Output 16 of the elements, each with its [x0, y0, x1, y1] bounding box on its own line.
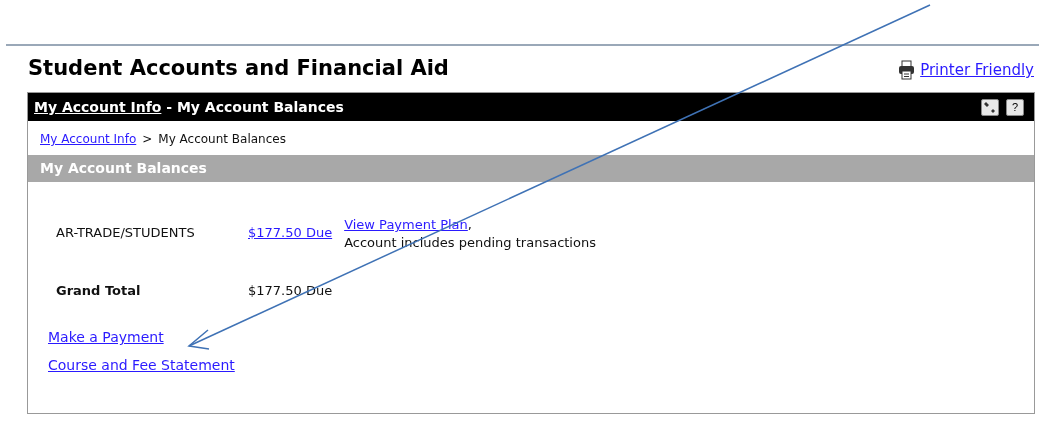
- amount-due-link[interactable]: $177.50 Due: [248, 225, 333, 240]
- printer-icon: [898, 60, 916, 80]
- panel-title-link[interactable]: My Account Info: [34, 99, 162, 115]
- page-title: Student Accounts and Financial Aid: [28, 56, 449, 80]
- panel-title: My Account Info - My Account Balances: [34, 99, 344, 115]
- account-name: Grand Total: [56, 283, 142, 298]
- account-name: AR-TRADE/STUDENTS: [56, 225, 196, 240]
- action-link[interactable]: Course and Fee Statement: [48, 357, 235, 373]
- breadcrumb-link[interactable]: My Account Info: [40, 132, 137, 146]
- section-header: My Account Balances: [28, 155, 1034, 182]
- amount-due: $177.50 Due: [248, 283, 333, 298]
- help-button[interactable]: ?: [1006, 98, 1024, 116]
- breadcrumb-separator: >: [142, 132, 153, 146]
- printer-friendly-link[interactable]: Printer Friendly: [920, 61, 1034, 79]
- action-link[interactable]: Make a Payment: [48, 329, 164, 345]
- breadcrumb-current: My Account Balances: [158, 132, 286, 146]
